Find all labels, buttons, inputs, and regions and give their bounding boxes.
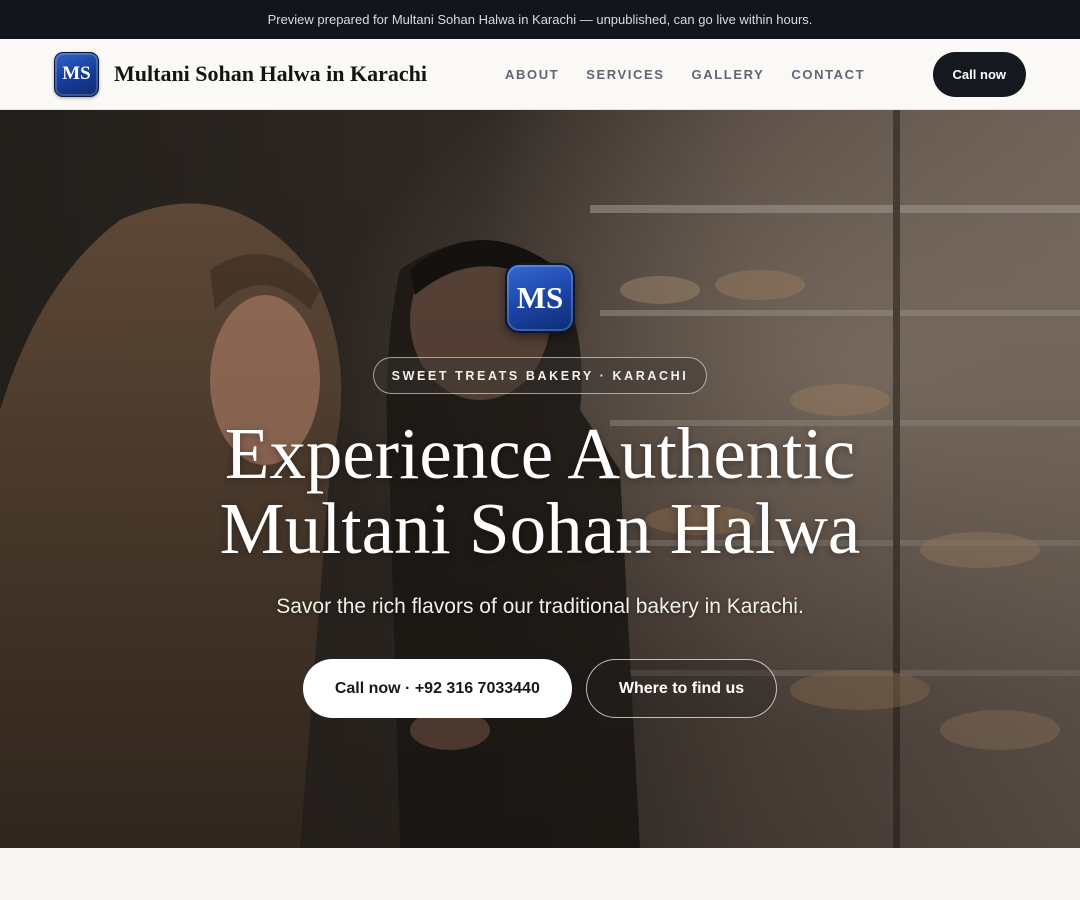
hero-logo-badge: MS [505,263,575,333]
nav-link-contact[interactable]: CONTACT [791,67,865,82]
brand-name: Multani Sohan Halwa in Karachi [114,61,427,86]
hero-content: MS SWEET TREATS BAKERY · KARACHI Experie… [0,110,1080,848]
brand[interactable]: MS Multani Sohan Halwa in Karachi [54,51,427,97]
hero-title-line2: Multani Sohan Halwa [219,488,861,569]
preview-banner: Preview prepared for Multani Sohan Halwa… [0,0,1080,39]
call-now-button[interactable]: Call now [932,52,1026,97]
hero-tagline-pill: SWEET TREATS BAKERY · KARACHI [372,357,708,394]
nav-link-about[interactable]: ABOUT [505,67,559,82]
logo-text: MS [62,63,91,84]
hero-tagline: SWEET TREATS BAKERY · KARACHI [391,368,689,383]
preview-banner-text: Preview prepared for Multani Sohan Halwa… [267,12,813,27]
where-to-find-us-button[interactable]: Where to find us [585,659,778,718]
main-nav: ABOUT SERVICES GALLERY CONTACT [505,39,865,110]
hero-section: MS SWEET TREATS BAKERY · KARACHI Experie… [0,110,1080,848]
hero-actions: Call now · +92 316 7033440 Where to find… [302,659,778,718]
nav-link-services[interactable]: SERVICES [586,67,664,82]
nav-link-gallery[interactable]: GALLERY [692,67,765,82]
hero-title-line1: Experience Authentic [224,413,856,494]
below-hero-section [0,848,1080,900]
logo-badge: MS [54,51,99,97]
hero-subtitle: Savor the rich flavors of our traditiona… [276,595,804,618]
hero-title: Experience Authentic Multani Sohan Halwa [220,416,861,566]
hero-logo-text: MS [516,280,564,315]
site-header: MS Multani Sohan Halwa in Karachi ABOUT … [0,39,1080,110]
hero-call-button[interactable]: Call now · +92 316 7033440 [302,659,572,718]
